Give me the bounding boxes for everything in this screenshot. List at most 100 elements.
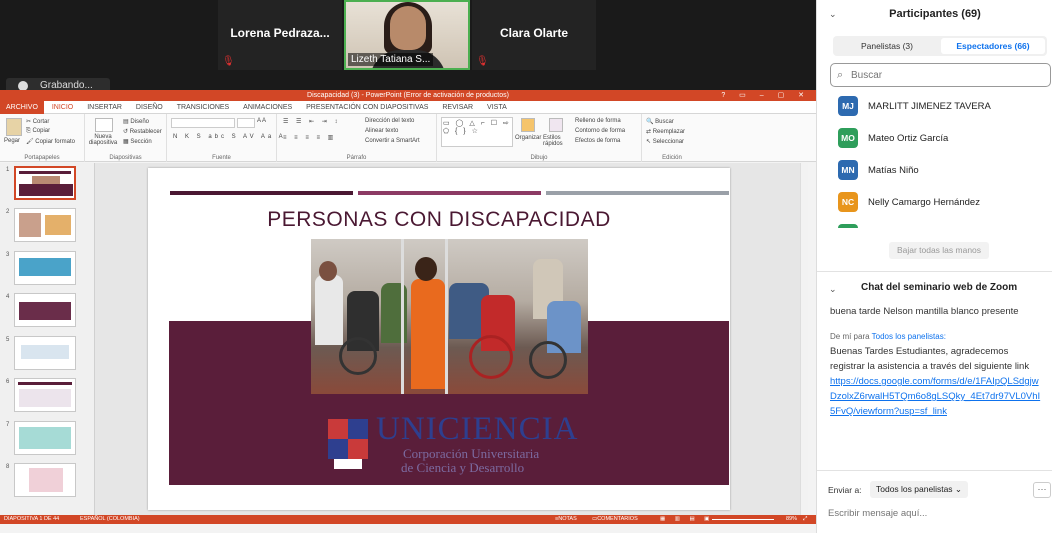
list-buttons[interactable]: ☰ ☰ ⇤ ⇥ ↕ <box>283 118 340 125</box>
slide-thumbnail[interactable] <box>14 251 76 285</box>
paste-button[interactable]: Pegar <box>4 138 20 144</box>
participant-row[interactable] <box>817 220 1052 228</box>
recipient-link[interactable]: Todos los panelistas: <box>872 332 946 341</box>
text-direction-button[interactable]: Dirección del texto <box>365 118 414 124</box>
participant-row[interactable]: NC Nelly Camargo Hernández <box>817 188 1052 220</box>
tab-insertar[interactable]: INSERTAR <box>81 101 128 114</box>
search-input[interactable] <box>851 68 1041 82</box>
shapes-gallery[interactable]: ▭ ◯ △ ⌐ ☐ ⇨ ⬠ { } ☆ <box>441 117 513 147</box>
decorative-bar <box>546 191 729 195</box>
zoom-level[interactable]: 89% <box>786 515 797 524</box>
cut-button[interactable]: ✂ Cortar <box>26 118 49 125</box>
participant-row[interactable]: MJ MARLITT JIMENEZ TAVERA <box>817 92 1052 124</box>
select-button[interactable]: ↖ Seleccionar <box>646 138 684 145</box>
current-slide[interactable]: PERSONAS CON DISCAPACIDAD UNICIENCIA Cor… <box>148 168 730 510</box>
tab-vista[interactable]: VISTA <box>481 101 513 114</box>
participant-row[interactable]: MN Matías Niño <box>817 156 1052 188</box>
tab-transiciones[interactable]: TRANSICIONES <box>171 101 236 114</box>
participants-header: ⌄ Participantes (69) <box>817 0 1052 30</box>
font-name-select[interactable] <box>171 118 235 128</box>
notes-button[interactable]: ≡ NOTAS <box>555 515 577 524</box>
font-format-buttons[interactable]: N K S abc S AV Aa A <box>173 134 286 140</box>
replace-button[interactable]: ⇄ Reemplazar <box>646 128 685 135</box>
slide-number: 5 <box>6 337 10 343</box>
divider <box>817 470 1052 471</box>
slide-number: 8 <box>6 464 10 470</box>
chat-message: buena tarde Nelson mantilla blanco prese… <box>830 306 1019 317</box>
participant-row[interactable]: MO Mateo Ortiz García <box>817 124 1052 156</box>
arrange-button[interactable]: Organizar <box>515 135 541 141</box>
group-label: Párrafo <box>346 155 367 161</box>
slide-number: 6 <box>6 379 10 385</box>
section-button[interactable]: ▦ Sección <box>123 138 152 145</box>
new-slide-icon[interactable] <box>95 118 113 132</box>
slide-thumbnail[interactable] <box>14 463 76 497</box>
slide-title[interactable]: PERSONAS CON DISCAPACIDAD <box>148 208 730 232</box>
slide-number: 1 <box>6 167 10 173</box>
tab-diseno[interactable]: DISEÑO <box>130 101 169 114</box>
language-indicator[interactable]: ESPAÑOL (COLOMBIA) <box>80 515 140 524</box>
avatar: MN <box>838 160 858 180</box>
slide-thumbnail[interactable] <box>14 378 76 412</box>
slide-thumbnail[interactable] <box>14 336 76 370</box>
participant-name: Matías Niño <box>868 165 919 176</box>
video-tile-active-speaker[interactable]: Lizeth Tatiana S... <box>344 0 470 70</box>
align-text-button[interactable]: Alinear texto <box>365 128 398 134</box>
group-paragraph: ☰ ☰ ⇤ ⇥ ↕ ≡ ≡ ≡ ≡ ▥ Dirección del texto … <box>277 114 437 162</box>
group-label: Diapositivas <box>109 155 142 161</box>
wheelchair-users-photo[interactable] <box>311 239 588 394</box>
smartart-button[interactable]: Convertir a SmartArt <box>365 138 420 144</box>
send-to-label: Enviar a: <box>828 485 862 495</box>
align-buttons[interactable]: ≡ ≡ ≡ ≡ ▥ <box>283 134 336 141</box>
avatar <box>838 224 858 228</box>
arrange-icon[interactable] <box>521 118 535 132</box>
window-title-bar: Discapacidad (3) - PowerPoint (Error de … <box>0 90 816 101</box>
participants-title: Participantes (69) <box>889 8 981 20</box>
tab-panelists[interactable]: Panelistas (3) <box>835 38 939 54</box>
participant-name: Nelly Camargo Hernández <box>868 197 980 208</box>
shape-fill-button[interactable]: Relleno de forma <box>575 118 621 124</box>
chat-link[interactable]: https://docs.google.com/forms/d/e/1FAIpQ… <box>830 374 1045 419</box>
video-tile-left[interactable]: Lorena Pedraza... 🎙 <box>218 0 342 70</box>
send-to-select[interactable]: Todos los panelistas ⌄ <box>870 481 969 498</box>
quick-styles-icon[interactable] <box>549 118 563 132</box>
quick-styles-button[interactable]: Estilos rápidos <box>543 135 567 147</box>
powerpoint-window: Discapacidad (3) - PowerPoint (Error de … <box>0 90 816 533</box>
window-controls[interactable]: ? ▭ – ▢ ✕ <box>721 90 810 101</box>
uniciencia-shield-icon <box>328 419 368 469</box>
group-clipboard: Pegar ✂ Cortar ⎘ Copiar 🖌 Copiar formato… <box>0 114 85 162</box>
shape-outline-button[interactable]: Contorno de forma <box>575 128 625 134</box>
tab-revisar[interactable]: REVISAR <box>436 101 479 114</box>
shape-effects-button[interactable]: Efectos de forma <box>575 138 620 144</box>
tab-animaciones[interactable]: ANIMACIONES <box>237 101 298 114</box>
lower-all-hands-button[interactable]: Bajar todas las manos <box>889 242 989 259</box>
layout-button[interactable]: ▤ Diseño <box>123 118 149 125</box>
zoom-slider[interactable] <box>712 519 774 520</box>
chat-message-input[interactable] <box>828 505 1038 521</box>
tab-archivo[interactable]: ARCHIVO <box>0 101 44 114</box>
view-buttons[interactable]: ▦ ▥ ▤ ▣ <box>660 515 713 524</box>
slide-thumbnail[interactable] <box>14 293 76 327</box>
slide-thumbnail[interactable] <box>14 421 76 455</box>
font-size-select[interactable] <box>237 118 255 128</box>
tab-presentacion[interactable]: PRESENTACIÓN CON DIAPOSITIVAS <box>300 101 434 114</box>
tab-attendees[interactable]: Espectadores (66) <box>941 38 1045 54</box>
font-grow-shrink[interactable]: A A <box>257 118 266 124</box>
chat-message-meta: De mí para Todos los panelistas: <box>830 332 946 341</box>
zoom-side-panel: ⌄ Participantes (69) Panelistas (3) Espe… <box>816 0 1052 533</box>
fit-slide-icon[interactable]: ⤢ <box>803 515 807 524</box>
copy-button[interactable]: ⎘ Copiar <box>26 128 50 135</box>
find-button[interactable]: 🔍 Buscar <box>646 118 674 125</box>
format-painter-button[interactable]: 🖌 Copiar formato <box>26 138 75 145</box>
reset-button[interactable]: ↺ Restablecer <box>123 128 162 135</box>
vertical-scrollbar[interactable] <box>800 163 808 515</box>
slide-thumbnail[interactable] <box>14 166 76 200</box>
chevron-down-icon[interactable]: ⌄ <box>829 284 837 295</box>
slide-thumbnail[interactable] <box>14 208 76 242</box>
new-slide-button[interactable]: Nueva diapositiva <box>87 134 119 146</box>
more-options-button[interactable]: ··· <box>1033 482 1051 498</box>
paste-icon[interactable] <box>6 118 22 136</box>
video-tile-right[interactable]: Clara Olarte 🎙 <box>472 0 596 70</box>
group-label: Portapapeles <box>24 155 60 161</box>
comments-button[interactable]: ▭ COMENTARIOS <box>592 515 638 524</box>
